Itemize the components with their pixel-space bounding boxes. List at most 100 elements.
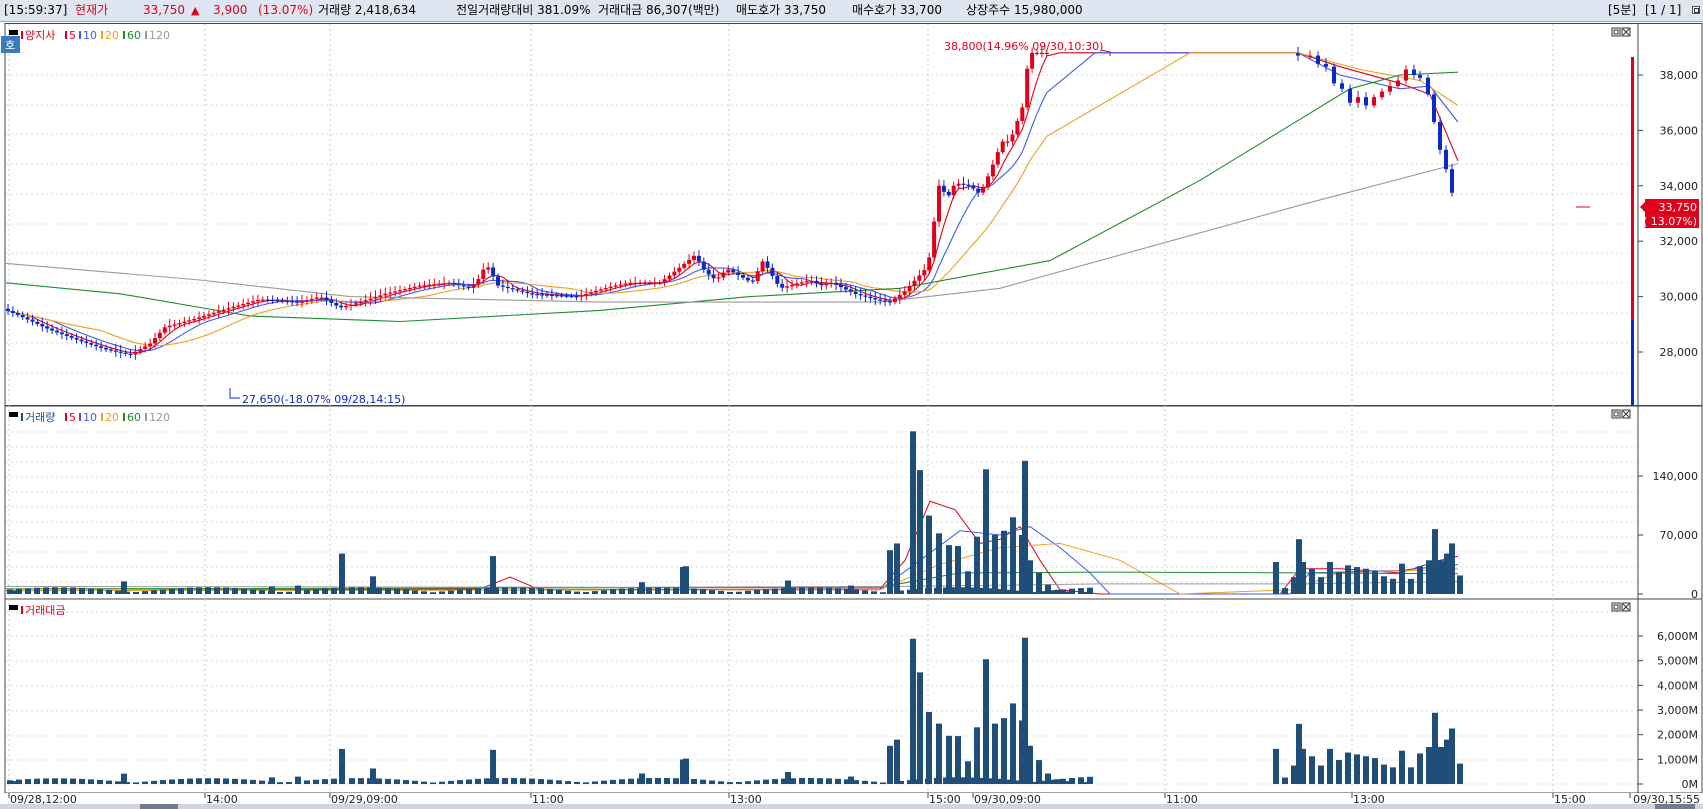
amount-bar-32 xyxy=(269,777,275,784)
amount-bar-55 xyxy=(466,779,472,784)
candle-232 xyxy=(1444,149,1448,170)
x-label-4: 13:00 xyxy=(730,793,762,806)
amount-bar-5 xyxy=(43,778,49,784)
amount-bar-151 xyxy=(1282,777,1288,784)
amount-bar-8 xyxy=(70,778,76,784)
candle-214 xyxy=(1308,55,1312,57)
amount-bar-40 xyxy=(339,748,345,784)
price-y-label-3: 32,000 xyxy=(1660,235,1699,248)
volume-bar-137 xyxy=(1027,560,1033,594)
vol-ma60-label: 60 xyxy=(127,411,141,424)
ma20-label: 20 xyxy=(105,29,119,42)
volume-bar-49 xyxy=(412,590,418,594)
candle-81 xyxy=(402,289,407,291)
volume-bar-59 xyxy=(493,587,499,594)
price-panel-toggle-icon[interactable] xyxy=(9,30,18,35)
volume-bar-40 xyxy=(339,553,345,594)
candle-30 xyxy=(153,338,157,344)
candle-23 xyxy=(118,351,123,353)
volume-panel-toggle-icon[interactable] xyxy=(9,412,18,417)
chart-area[interactable]: 38,000 36,000 34,000 32,000 30,000 28,000 140… xyxy=(0,22,1703,809)
candle-8 xyxy=(45,326,50,329)
volume-bar-108 xyxy=(894,543,900,594)
candle-221 xyxy=(1364,97,1368,106)
amount-bar-23 xyxy=(196,778,202,784)
candle-86 xyxy=(427,284,432,286)
candle-145 xyxy=(716,277,721,279)
current-price-tag-pct: ( 13.07%) xyxy=(1643,215,1697,228)
volume-bar-161 xyxy=(1363,568,1369,594)
volume-bar-164 xyxy=(1390,578,1396,594)
vol-ma20-label: 20 xyxy=(105,411,119,424)
volume-bar-88 xyxy=(736,591,742,594)
amount-bar-19 xyxy=(160,780,166,784)
amount-bar-121 xyxy=(955,736,961,784)
candle-10 xyxy=(55,330,59,333)
amount-bar-90 xyxy=(754,780,760,784)
volume-bar-62 xyxy=(520,587,526,594)
candle-97 xyxy=(481,269,486,279)
amount-bar-49 xyxy=(412,780,418,784)
amount-legend: 거래대금 xyxy=(21,604,65,617)
amount-bar-91 xyxy=(763,779,769,784)
amount-bar-26 xyxy=(223,778,229,784)
amount-bar-137 xyxy=(1027,745,1033,784)
amount-bar-96 xyxy=(799,778,805,784)
volume-bar-95 xyxy=(790,587,796,594)
volume-bar-78 xyxy=(655,587,661,594)
candle-146 xyxy=(721,272,726,278)
volume-bar-35 xyxy=(295,585,301,594)
volume-bar-9 xyxy=(79,587,85,594)
scrollbar-track[interactable] xyxy=(0,804,1703,809)
volume-bar-150 xyxy=(1273,561,1279,594)
candle-15 xyxy=(79,339,84,342)
amount-bar-41 xyxy=(349,778,355,784)
ma120-label: 120 xyxy=(149,29,170,42)
candle-91 xyxy=(451,282,456,285)
candle-188 xyxy=(927,257,932,271)
amount-bar-59 xyxy=(493,778,499,784)
amount-bar-169 xyxy=(1432,712,1438,784)
candle-75 xyxy=(373,296,378,299)
volume-readout: 거래량 2,418,634 xyxy=(318,3,417,17)
volume-bar-53 xyxy=(448,590,454,594)
candle-179 xyxy=(883,300,888,302)
volume-bar-36 xyxy=(304,589,310,594)
candle-109 xyxy=(540,294,545,296)
amount-bar-73 xyxy=(619,779,625,784)
candle-76 xyxy=(378,295,383,297)
candle-101 xyxy=(500,285,505,287)
x-label-1: 14:00 xyxy=(206,793,238,806)
candle-125 xyxy=(618,284,623,286)
amount-bar-68 xyxy=(574,781,580,784)
candle-80 xyxy=(398,290,402,292)
candle-99 xyxy=(491,267,496,277)
volume-bar-117 xyxy=(936,533,942,594)
candle-138 xyxy=(682,263,687,268)
candle-6 xyxy=(35,321,40,325)
amount-title: 거래대금 xyxy=(25,604,65,617)
volume-bar-56 xyxy=(475,588,481,594)
volume-bar-168 xyxy=(1426,560,1432,594)
candle-206 xyxy=(1015,120,1020,135)
volume-bar-121 xyxy=(955,545,961,594)
current-price: 33,750 xyxy=(143,3,185,17)
candle-94 xyxy=(466,286,471,288)
price-panel[interactable] xyxy=(4,23,1703,406)
volume-bar-50 xyxy=(421,591,427,594)
period-selector[interactable]: [5분] xyxy=(1608,3,1636,18)
candle-151 xyxy=(745,277,750,281)
candle-51 xyxy=(255,299,260,302)
candle-163 xyxy=(804,280,809,283)
amount-panel-toggle-icon[interactable] xyxy=(9,605,18,610)
candle-123 xyxy=(608,286,613,289)
candle-134 xyxy=(662,279,667,283)
candle-88 xyxy=(437,283,442,285)
volume-bar-39 xyxy=(331,587,337,594)
amount-bar-111 xyxy=(910,638,916,784)
window-maximize-icon[interactable] xyxy=(1692,6,1700,14)
candle-185 xyxy=(912,280,917,287)
candle-223 xyxy=(1380,91,1384,98)
scrollbar-thumb[interactable] xyxy=(140,804,178,809)
volume-bar-154 xyxy=(1300,561,1306,594)
